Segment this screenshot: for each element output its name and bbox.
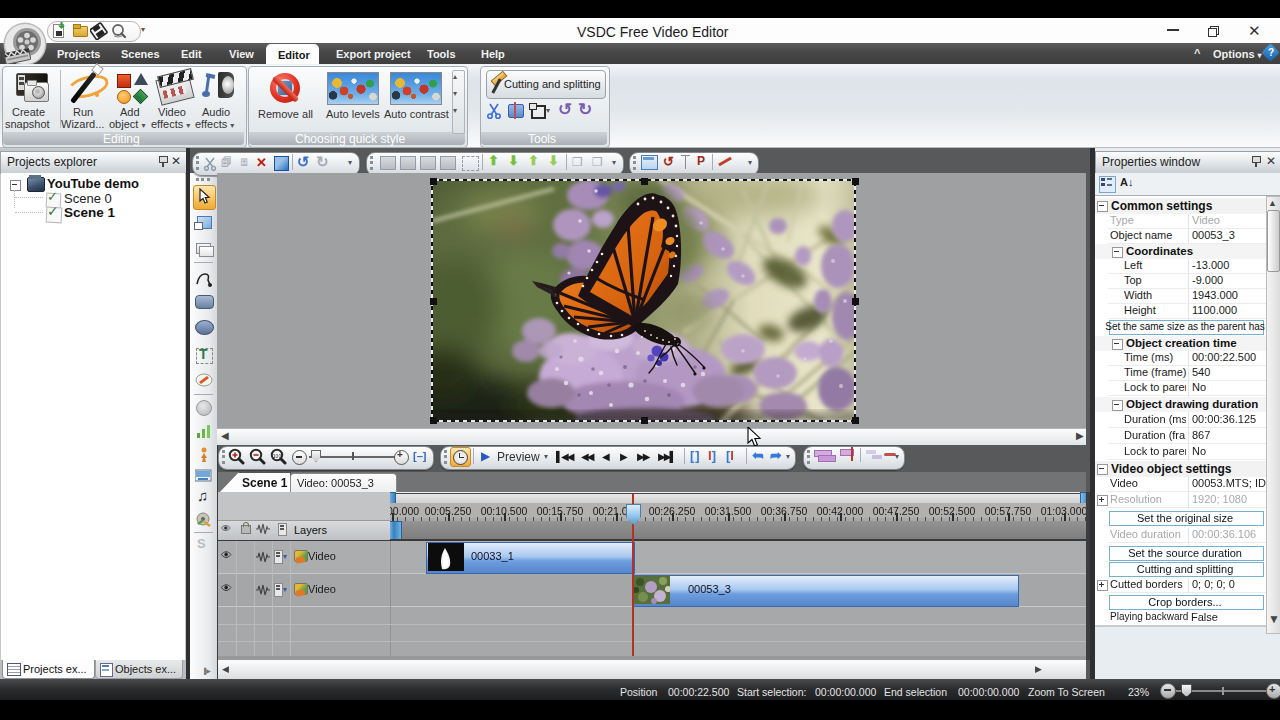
svg-text:100: 100 <box>273 453 282 459</box>
